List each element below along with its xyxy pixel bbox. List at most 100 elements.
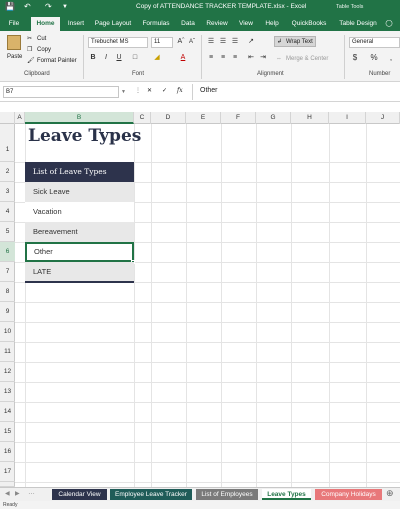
align-top-icon[interactable]: ☰ xyxy=(206,37,216,47)
merge-center-icon[interactable]: ⇔ xyxy=(276,55,282,63)
align-bottom-icon[interactable]: ☰ xyxy=(230,37,240,47)
currency-button[interactable]: $ xyxy=(350,53,360,63)
formula-input[interactable]: Other xyxy=(200,87,218,95)
column-header[interactable]: H xyxy=(291,112,329,124)
name-box-dropdown-icon[interactable]: ▼ xyxy=(121,88,126,96)
tab-home[interactable]: Home xyxy=(31,17,60,31)
format-painter-icon[interactable]: 🖌 xyxy=(27,57,35,65)
tab-page-layout[interactable]: Page Layout xyxy=(93,17,133,31)
tab-file[interactable]: File xyxy=(4,17,24,31)
table-header[interactable]: List of Leave Types xyxy=(25,162,134,182)
scroll-left-icon[interactable]: ◀ xyxy=(5,490,10,497)
row-header[interactable]: 13 xyxy=(0,382,15,402)
sheet-tab-company-holidays[interactable]: Company Holidays xyxy=(315,489,382,500)
column-header[interactable]: E xyxy=(186,112,221,124)
insert-function-button[interactable]: fx xyxy=(177,87,183,95)
paste-button[interactable]: Paste xyxy=(7,53,22,61)
row-header[interactable]: 7 xyxy=(0,262,15,282)
row-header[interactable]: 11 xyxy=(0,342,15,362)
decrease-indent-icon[interactable]: ⇤ xyxy=(246,53,256,63)
row-header[interactable]: 8 xyxy=(0,282,15,302)
column-header[interactable]: G xyxy=(256,112,291,124)
sheet-tab-calendar-view[interactable]: Calendar View xyxy=(52,489,107,500)
tab-quickbooks[interactable]: QuickBooks xyxy=(289,17,329,31)
orientation-icon[interactable]: ↗ xyxy=(246,37,256,47)
font-name-select[interactable]: Trebuchet MS xyxy=(88,37,148,48)
select-all-corner[interactable] xyxy=(0,112,15,124)
paste-icon[interactable] xyxy=(7,35,21,50)
comma-button[interactable]: , xyxy=(386,53,396,63)
enter-icon[interactable]: ✓ xyxy=(162,87,167,95)
table-row[interactable]: Sick Leave xyxy=(25,182,134,202)
sheet-tab-leave-types[interactable]: Leave Types xyxy=(262,489,311,500)
tab-formulas[interactable]: Formulas xyxy=(139,17,173,31)
number-format-select[interactable]: General xyxy=(349,37,400,48)
lightbulb-icon[interactable]: ◯ xyxy=(384,17,394,31)
increase-font-size-icon[interactable]: Aˆ xyxy=(176,37,186,47)
column-header[interactable]: I xyxy=(329,112,366,124)
tab-review[interactable]: Review xyxy=(203,17,231,31)
fill-color-icon[interactable]: ◢ xyxy=(152,53,162,63)
underline-button[interactable]: U xyxy=(114,53,124,63)
row-header[interactable]: 6 xyxy=(0,242,15,262)
bold-button[interactable]: B xyxy=(88,53,98,63)
save-icon[interactable]: 💾 xyxy=(5,2,15,12)
more-sheets-icon[interactable]: … xyxy=(28,489,35,496)
row-header[interactable]: 2 xyxy=(0,162,15,182)
column-header[interactable]: D xyxy=(151,112,186,124)
sheet-tab-employee-leave-tracker[interactable]: Employee Leave Tracker xyxy=(110,489,192,500)
table-row[interactable]: Vacation xyxy=(25,202,134,222)
align-right-icon[interactable]: ≡ xyxy=(230,53,240,63)
decrease-font-size-icon[interactable]: Aˇ xyxy=(187,37,197,47)
row-header[interactable]: 9 xyxy=(0,302,15,322)
customize-quick-access-icon[interactable]: ▼ xyxy=(62,2,68,12)
column-header[interactable]: J xyxy=(366,112,400,124)
merge-center-button[interactable]: Merge & Center xyxy=(286,55,328,63)
copy-button[interactable]: Copy xyxy=(37,46,51,54)
cut-icon[interactable]: ✂ xyxy=(27,35,32,43)
table-row[interactable]: Bereavement xyxy=(25,222,134,242)
row-header[interactable]: 14 xyxy=(0,402,15,422)
row-header[interactable]: 3 xyxy=(0,182,15,202)
add-sheet-icon[interactable]: ⊕ xyxy=(386,488,394,499)
row-header[interactable]: 15 xyxy=(0,422,15,442)
font-color-button[interactable]: A xyxy=(178,53,188,63)
row-header[interactable]: 17 xyxy=(0,462,15,482)
cut-button[interactable]: Cut xyxy=(37,35,46,43)
borders-icon[interactable]: □ xyxy=(130,53,140,63)
increase-indent-icon[interactable]: ⇥ xyxy=(258,53,268,63)
align-center-icon[interactable]: ≡ xyxy=(218,53,228,63)
tab-insert[interactable]: Insert xyxy=(64,17,88,31)
column-header[interactable]: F xyxy=(221,112,256,124)
cancel-icon[interactable]: ✕ xyxy=(147,87,152,95)
align-left-icon[interactable]: ≡ xyxy=(206,53,216,63)
format-painter-button[interactable]: Format Painter xyxy=(37,57,77,65)
row-header[interactable]: 12 xyxy=(0,362,15,382)
name-box[interactable]: B7 xyxy=(3,86,119,98)
row-header[interactable]: 1 xyxy=(0,124,15,162)
row-header[interactable]: 16 xyxy=(0,442,15,462)
table-row[interactable]: LATE xyxy=(25,262,134,283)
italic-button[interactable]: I xyxy=(101,53,111,63)
tab-help[interactable]: Help xyxy=(262,17,282,31)
row-header[interactable]: 5 xyxy=(0,222,15,242)
sheet-title[interactable]: Leave Types xyxy=(28,126,141,146)
tab-data[interactable]: Data xyxy=(178,17,198,31)
row-header[interactable]: 4 xyxy=(0,202,15,222)
tab-table-design[interactable]: Table Design xyxy=(336,17,380,31)
align-middle-icon[interactable]: ☰ xyxy=(218,37,228,47)
redo-icon[interactable]: ↷ xyxy=(45,2,52,12)
percent-button[interactable]: % xyxy=(369,53,379,63)
font-size-select[interactable]: 11 xyxy=(151,37,173,48)
undo-icon[interactable]: ↶ xyxy=(24,2,31,12)
wrap-text-button[interactable]: ↲ Wrap Text xyxy=(274,36,316,47)
column-header[interactable]: B xyxy=(25,112,134,124)
column-header[interactable]: C xyxy=(134,112,151,124)
sheet-tab-list-of-employees[interactable]: List of Employees xyxy=(196,489,258,500)
row-header[interactable]: 10 xyxy=(0,322,15,342)
tab-view[interactable]: View xyxy=(236,17,256,31)
column-header[interactable]: A xyxy=(15,112,25,124)
copy-icon[interactable]: ❐ xyxy=(27,46,32,54)
scroll-right-icon[interactable]: ▶ xyxy=(15,490,20,497)
selected-cell[interactable]: Other xyxy=(25,242,134,262)
